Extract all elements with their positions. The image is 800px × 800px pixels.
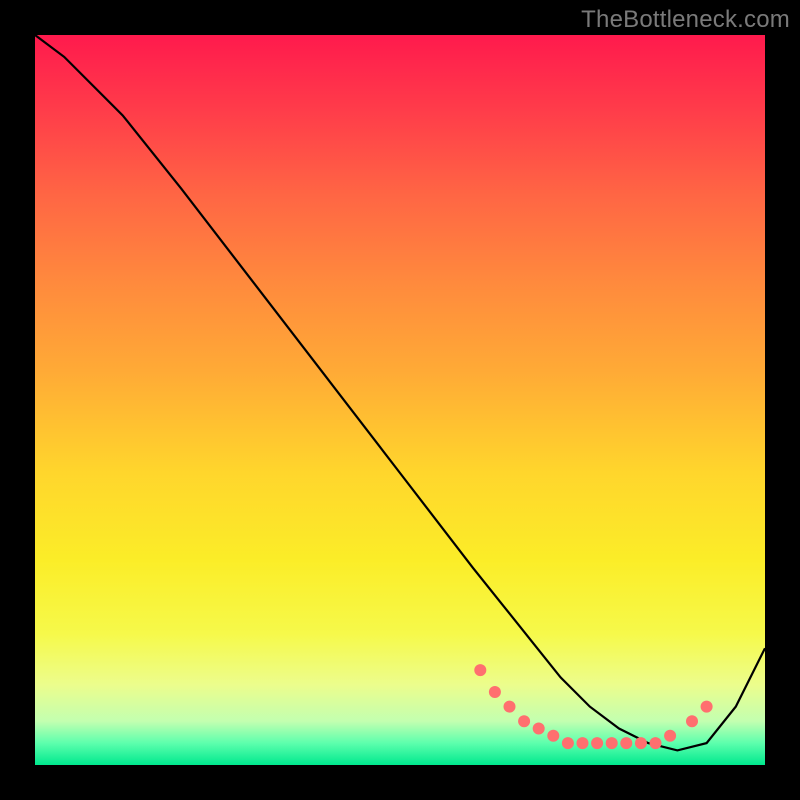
highlight-dot [504, 701, 516, 713]
highlight-dot [686, 715, 698, 727]
plot-area [35, 35, 765, 765]
highlight-dot [518, 715, 530, 727]
highlight-dot [701, 701, 713, 713]
highlight-dot [620, 737, 632, 749]
highlight-dot [577, 737, 589, 749]
highlight-dot [606, 737, 618, 749]
highlight-dot [664, 730, 676, 742]
highlight-dot [635, 737, 647, 749]
watermark-label: TheBottleneck.com [581, 6, 790, 34]
highlight-dot [562, 737, 574, 749]
highlight-dots [474, 664, 712, 749]
highlight-dot [650, 737, 662, 749]
highlight-dot [591, 737, 603, 749]
highlight-dot [533, 723, 545, 735]
curve-line [35, 35, 765, 750]
highlight-dot [489, 686, 501, 698]
highlight-dot [547, 730, 559, 742]
highlight-dot [474, 664, 486, 676]
chart-svg [35, 35, 765, 765]
chart-frame: TheBottleneck.com [0, 0, 800, 800]
curve-group [35, 35, 765, 750]
